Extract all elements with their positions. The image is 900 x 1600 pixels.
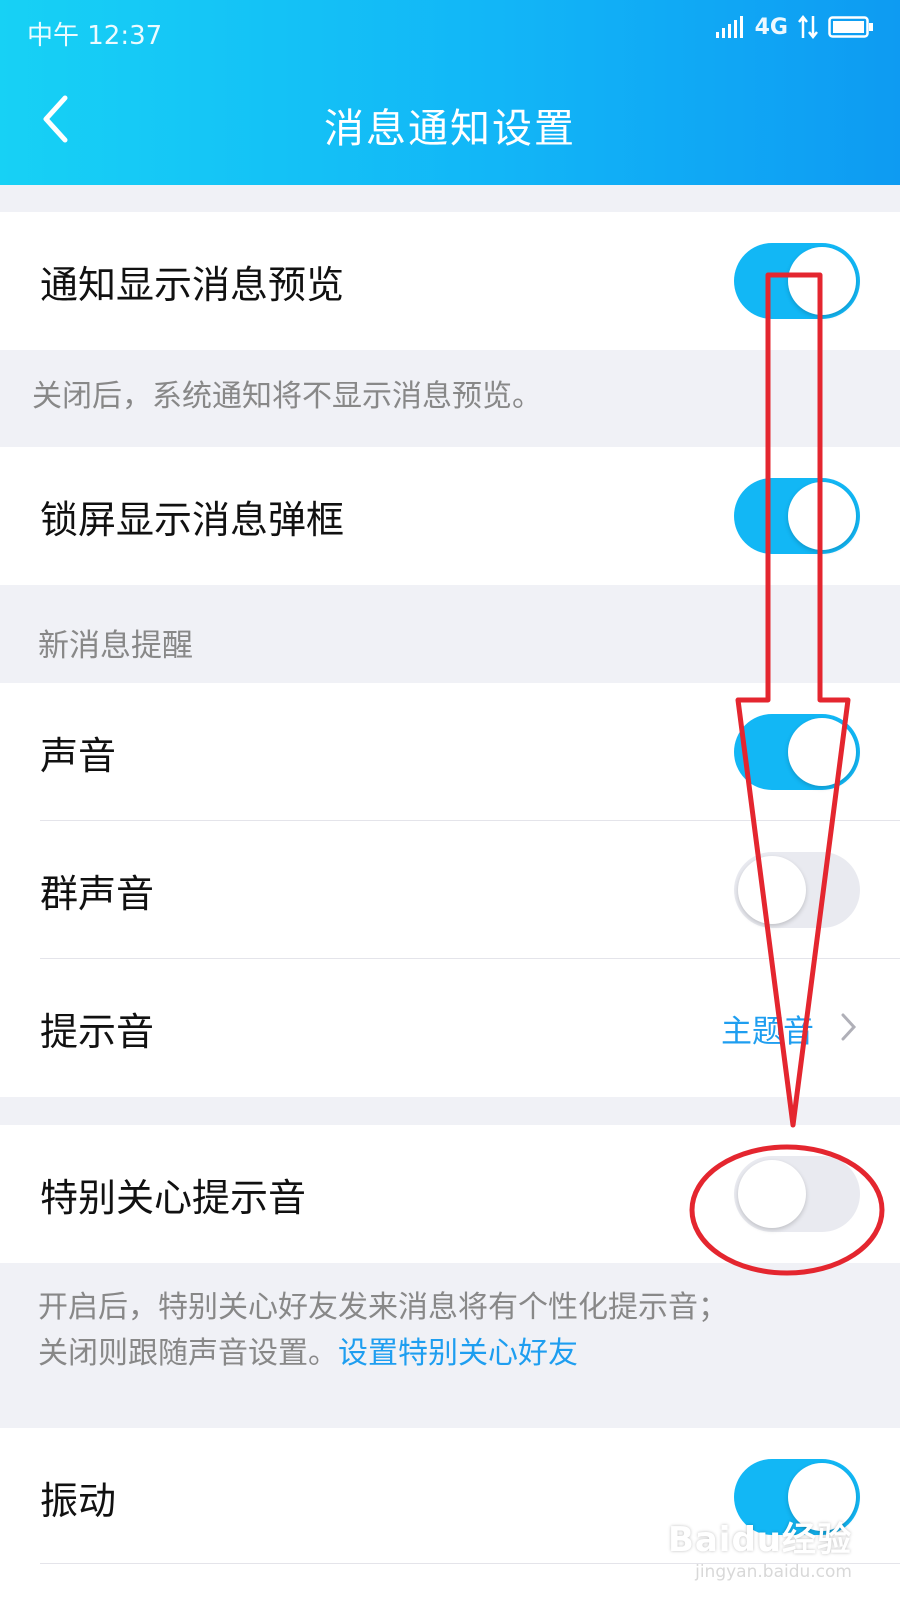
special-care-note-line2-text: 关闭则跟随声音设置。 [38,1336,338,1371]
setting-row-sound: 声音 [0,683,900,821]
toggle-knob [788,718,856,786]
special-care-note-line1: 开启后，特别关心好友发来消息将有个性化提示音； [38,1290,728,1325]
setting-row-special-care: 特别关心提示音 [0,1125,900,1263]
tone-value[interactable]: 主题音 [721,1006,814,1051]
preview-note-text: 关闭后，系统通知将不显示消息预览。 [32,379,542,414]
sound-label: 声音 [40,734,117,778]
chevron-right-icon [841,1013,857,1041]
network-type: 4G [754,14,788,40]
nav-bar: 消息通知设置 [0,62,900,185]
page-title: 消息通知设置 [324,106,576,152]
toggle-knob [738,1160,806,1228]
status-bar: 中午 12:37 4G [0,0,900,62]
lock-screen-label: 锁屏显示消息弹框 [40,498,345,542]
status-time: 中午 12:37 [27,21,163,51]
baidu-watermark-url: jingyan.baidu.com [695,1562,852,1582]
special-care-toggle[interactable] [734,1156,860,1232]
preview-note: 关闭后，系统通知将不显示消息预览。 [0,352,900,445]
group-sound-toggle[interactable] [734,852,860,928]
setting-row-preview: 通知显示消息预览 [0,212,900,350]
setting-row-lock-screen: 锁屏显示消息弹框 [0,447,900,585]
tone-label: 提示音 [40,1010,155,1054]
app-header: 中午 12:37 4G 消息通知设置 [0,0,900,185]
set-special-friends-link[interactable]: 设置特别关心好友 [338,1336,578,1371]
data-transfer-icon [798,14,818,40]
toggle-knob [738,856,806,924]
setting-row-tone[interactable]: 提示音 主题音 [0,959,900,1097]
toggle-knob [788,247,856,315]
special-care-label: 特别关心提示音 [40,1176,307,1220]
status-icons: 4G [715,14,874,40]
section-header-new-message: 新消息提醒 [38,628,193,664]
special-care-note-line2: 关闭则跟随声音设置。设置特别关心好友 [38,1331,578,1377]
lock-screen-toggle[interactable] [734,478,860,554]
vibrate-label: 振动 [40,1479,117,1523]
sound-toggle[interactable] [734,714,860,790]
preview-label: 通知显示消息预览 [40,263,345,307]
toggle-knob [788,482,856,550]
signal-icon [715,16,743,38]
setting-row-group-sound: 群声音 [0,821,900,959]
baidu-watermark: Baidu经验 [667,1520,852,1560]
group-sound-label: 群声音 [40,872,155,916]
battery-icon [828,16,873,38]
preview-toggle[interactable] [734,243,860,319]
special-care-note: 开启后，特别关心好友发来消息将有个性化提示音； 关闭则跟随声音设置。设置特别关心… [0,1265,900,1405]
